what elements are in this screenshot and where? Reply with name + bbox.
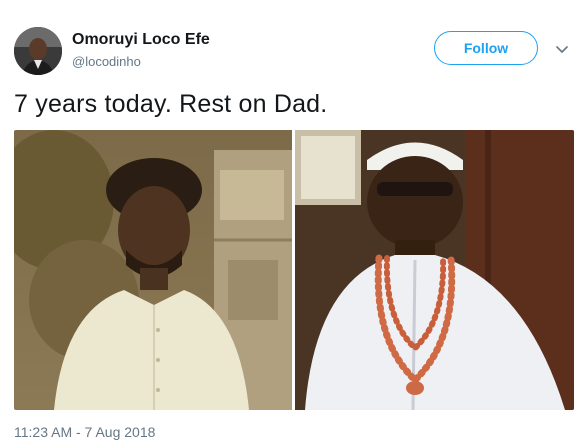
chevron-down-icon[interactable]	[554, 44, 570, 56]
tweet-text: 7 years today. Rest on Dad.	[14, 90, 328, 118]
elder-portrait-photo	[295, 130, 574, 410]
avatar-photo	[14, 27, 62, 75]
tweet-photo-2[interactable]	[295, 130, 574, 410]
tweet-media	[14, 130, 574, 410]
avatar[interactable]	[14, 27, 62, 75]
follow-button[interactable]: Follow	[434, 31, 538, 65]
vintage-portrait-photo	[14, 130, 292, 410]
author-handle[interactable]: @locodinho	[72, 54, 141, 69]
author-display-name[interactable]: Omoruyi Loco Efe	[72, 31, 210, 49]
tweet-photo-1[interactable]	[14, 130, 293, 410]
